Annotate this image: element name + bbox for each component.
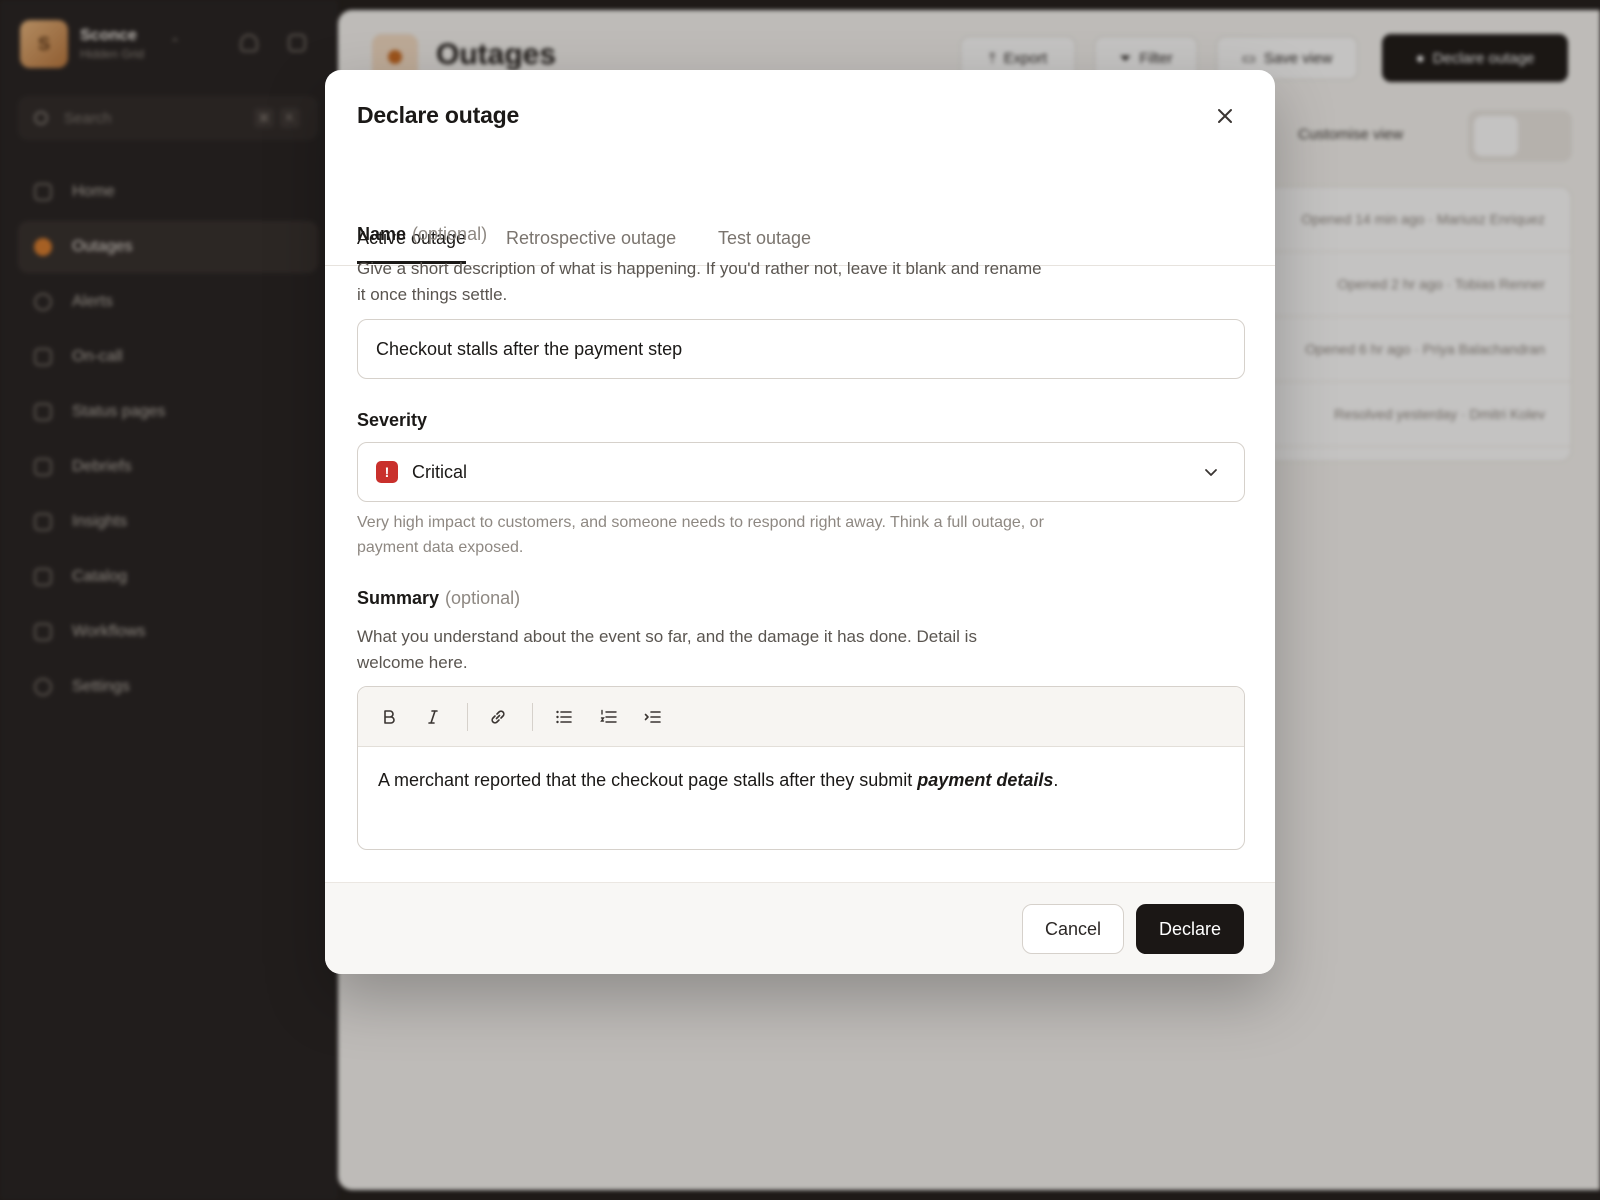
field-label: Name: [357, 224, 407, 244]
declare-button[interactable]: Declare: [1136, 904, 1244, 954]
dialog-title: Declare outage: [357, 102, 520, 128]
link-icon[interactable]: [484, 703, 512, 731]
close-icon[interactable]: [1213, 104, 1237, 128]
severity-help-text: Very high impact to customers, and someo…: [357, 514, 1044, 556]
field-label: Summary: [357, 588, 440, 608]
summary-text: A merchant reported that the checkout pa…: [378, 770, 918, 790]
name-help-text: Give a short description of what is happ…: [357, 259, 1042, 304]
bullet-list-icon[interactable]: [550, 703, 578, 731]
summary-help-text: What you understand about the event so f…: [357, 627, 977, 672]
bold-icon[interactable]: [375, 703, 403, 731]
editor-toolbar: [358, 687, 1244, 747]
optional-hint: (optional): [445, 588, 521, 608]
summary-editor: A merchant reported that the checkout pa…: [357, 686, 1245, 850]
critical-severity-icon: !: [376, 461, 398, 483]
numbered-list-icon[interactable]: [595, 703, 623, 731]
summary-text-end: .: [1053, 770, 1059, 790]
summary-label: Summary (optional): [357, 588, 520, 609]
summary-text-area[interactable]: A merchant reported that the checkout pa…: [358, 747, 1244, 813]
severity-value: Critical: [412, 461, 468, 482]
name-label: Name (optional): [357, 224, 487, 245]
toolbar-divider: [532, 703, 533, 731]
name-input[interactable]: Checkout stalls after the payment step: [357, 319, 1245, 379]
cancel-button[interactable]: Cancel: [1022, 904, 1124, 954]
severity-label: Severity: [357, 410, 428, 430]
summary-bold-text: payment details: [917, 770, 1054, 790]
italic-icon[interactable]: [419, 703, 447, 731]
toolbar-divider: [467, 703, 468, 731]
chevron-down-icon: [1205, 469, 1217, 476]
tab-bar: Active outage Retrospective outage Test …: [325, 154, 1275, 266]
optional-hint: (optional): [412, 224, 488, 244]
severity-select[interactable]: ! Critical: [357, 442, 1245, 502]
declare-outage-dialog: Declare outage Active outage Retrospecti…: [325, 70, 1275, 974]
indent-icon[interactable]: [639, 703, 667, 731]
dialog-footer: Cancel Declare: [325, 882, 1275, 974]
